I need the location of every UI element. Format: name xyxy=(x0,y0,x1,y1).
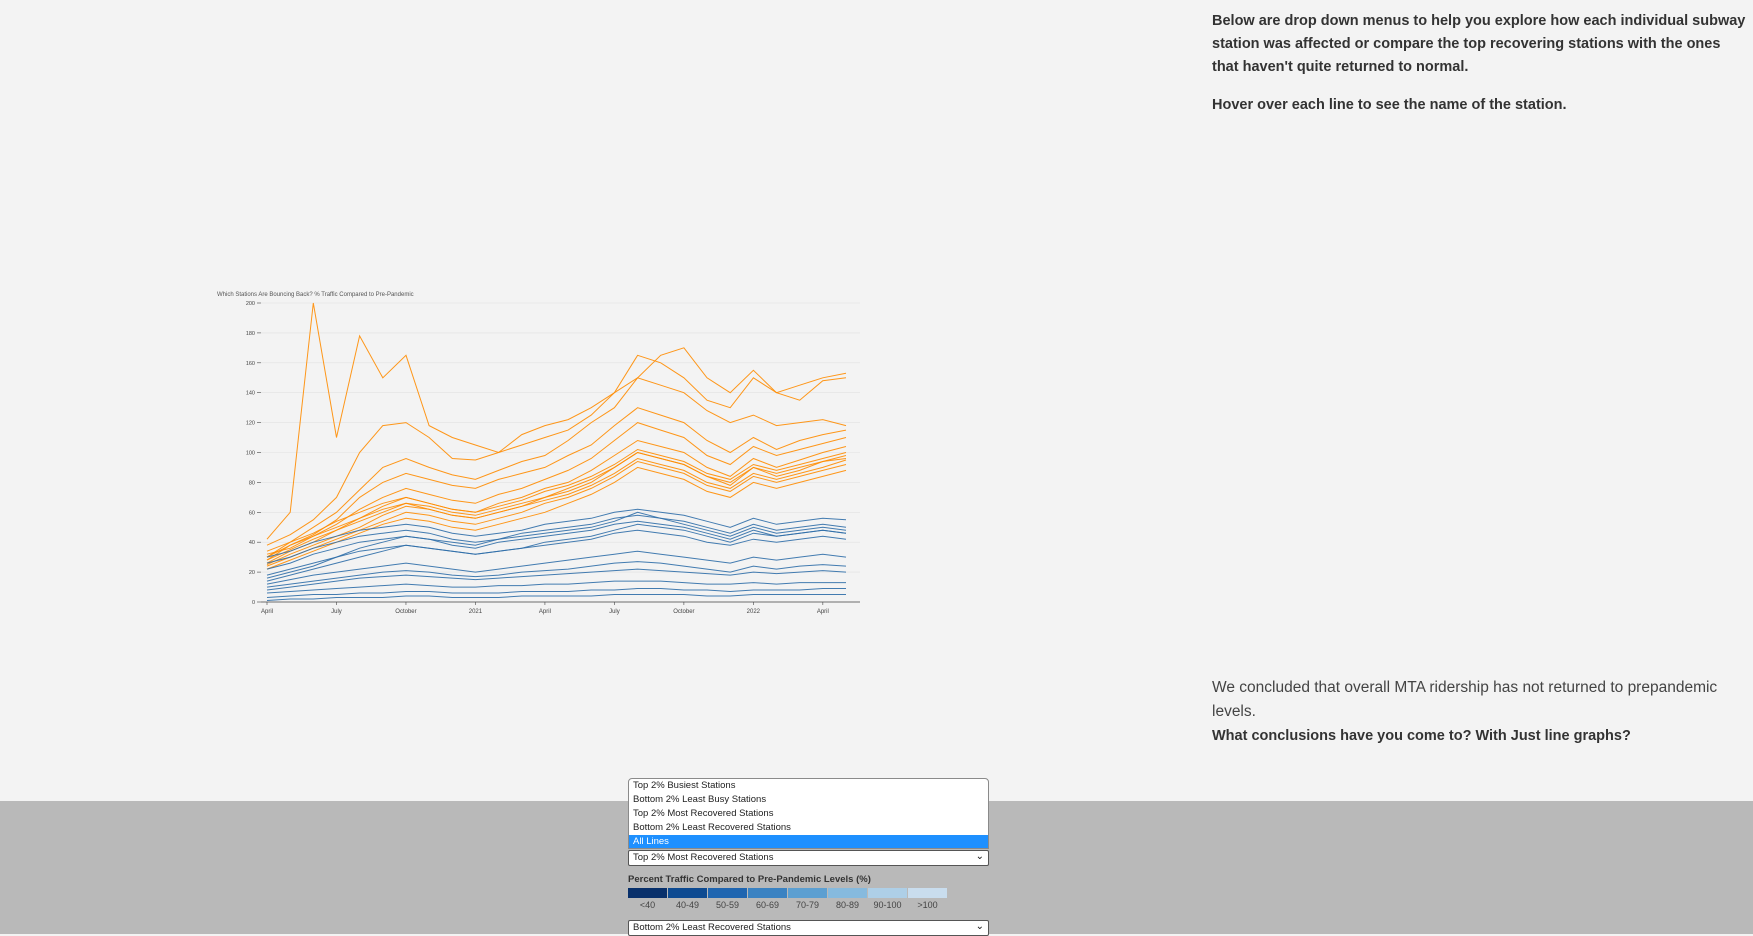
series-line xyxy=(266,439,847,564)
dropdown-option[interactable]: Top 2% Busiest Stations xyxy=(629,779,988,793)
chart-svg: 0 20 40 60 80 100 120 140 160 180 200 April July Octo… xyxy=(246,301,860,615)
dropdown-option[interactable]: Bottom 2% Least Recovered Stations xyxy=(629,821,988,835)
x-tick-label: 2022 xyxy=(747,609,761,615)
legend-label: 90-100 xyxy=(873,900,902,910)
series-line xyxy=(266,354,847,546)
legend-swatch xyxy=(628,888,667,898)
series-line xyxy=(266,529,847,576)
station-group-select[interactable]: Top 2% Most Recovered Stations ⌄ xyxy=(628,850,989,866)
series-line xyxy=(266,511,847,579)
legend-label: 70-79 xyxy=(795,900,820,910)
series-line xyxy=(266,594,846,601)
x-tick-label: April xyxy=(261,609,273,615)
select-value: Top 2% Most Recovered Stations xyxy=(633,852,774,863)
y-tick-label: 160 xyxy=(246,361,255,367)
legend-title: Percent Traffic Compared to Pre-Pandemic… xyxy=(628,874,871,885)
line-chart: 0 20 40 60 80 100 120 140 160 180 200 April July Octo… xyxy=(212,288,872,618)
legend-label: <40 xyxy=(639,900,656,910)
y-tick-label: 100 xyxy=(246,451,255,457)
intro-paragraph-2: Hover over each line to see the name of … xyxy=(1212,97,1567,113)
legend-swatch xyxy=(868,888,907,898)
legend-swatch xyxy=(748,888,787,898)
y-tick-label: 40 xyxy=(249,540,255,546)
dropdown-option[interactable]: Top 2% Most Recovered Stations xyxy=(629,807,988,821)
x-tick-label: October xyxy=(673,609,694,615)
legend-swatch xyxy=(668,888,707,898)
legend-label: 50-59 xyxy=(715,900,740,910)
conclusion-line: We concluded that overall MTA ridership … xyxy=(1212,679,1718,720)
y-tick-label: 200 xyxy=(246,301,255,307)
y-tick-label: 180 xyxy=(246,331,255,337)
legend-label: 80-89 xyxy=(835,900,860,910)
x-tick-label: October xyxy=(395,609,416,615)
chevron-down-icon: ⌄ xyxy=(975,851,984,862)
dropdown-option[interactable]: Bottom 2% Least Busy Stations xyxy=(629,793,988,807)
y-tick-label: 80 xyxy=(249,480,255,486)
legend-label: 60-69 xyxy=(755,900,780,910)
legend-swatch xyxy=(788,888,827,898)
x-tick-label: 2021 xyxy=(469,609,483,615)
dropdown-option-highlighted[interactable]: All Lines xyxy=(629,835,988,848)
y-tick-label: 140 xyxy=(246,391,255,397)
x-tick-label: July xyxy=(331,609,342,615)
x-tick-label: April xyxy=(817,609,829,615)
station-dropdown-list[interactable]: Top 2% Busiest Stations Bottom 2% Least … xyxy=(628,778,989,849)
series-line xyxy=(266,377,847,558)
legend-label: >100 xyxy=(917,900,938,910)
x-tick-label: July xyxy=(609,609,620,615)
legend-label: 40-49 xyxy=(675,900,700,910)
x-tick-label: April xyxy=(539,609,551,615)
legend-swatch xyxy=(708,888,747,898)
chevron-down-icon: ⌄ xyxy=(975,921,984,932)
select-value: Bottom 2% Least Recovered Stations xyxy=(633,922,791,933)
series-line xyxy=(266,302,847,540)
conclusion-question: What conclusions have you come to? With … xyxy=(1212,728,1631,744)
intro-paragraph-1: Below are drop down menus to help you ex… xyxy=(1212,13,1746,75)
legend-swatch xyxy=(828,888,867,898)
chart-title: Which Stations Are Bouncing Back? % Traf… xyxy=(217,292,414,298)
conclusion-text: We concluded that overall MTA ridership … xyxy=(1212,676,1747,748)
y-tick-label: 0 xyxy=(252,600,255,606)
legend-swatch xyxy=(908,888,947,898)
y-tick-label: 20 xyxy=(249,570,255,576)
intro-text: Below are drop down menus to help you ex… xyxy=(1212,10,1747,132)
y-tick-label: 60 xyxy=(249,510,255,516)
y-tick-label: 120 xyxy=(246,421,255,427)
